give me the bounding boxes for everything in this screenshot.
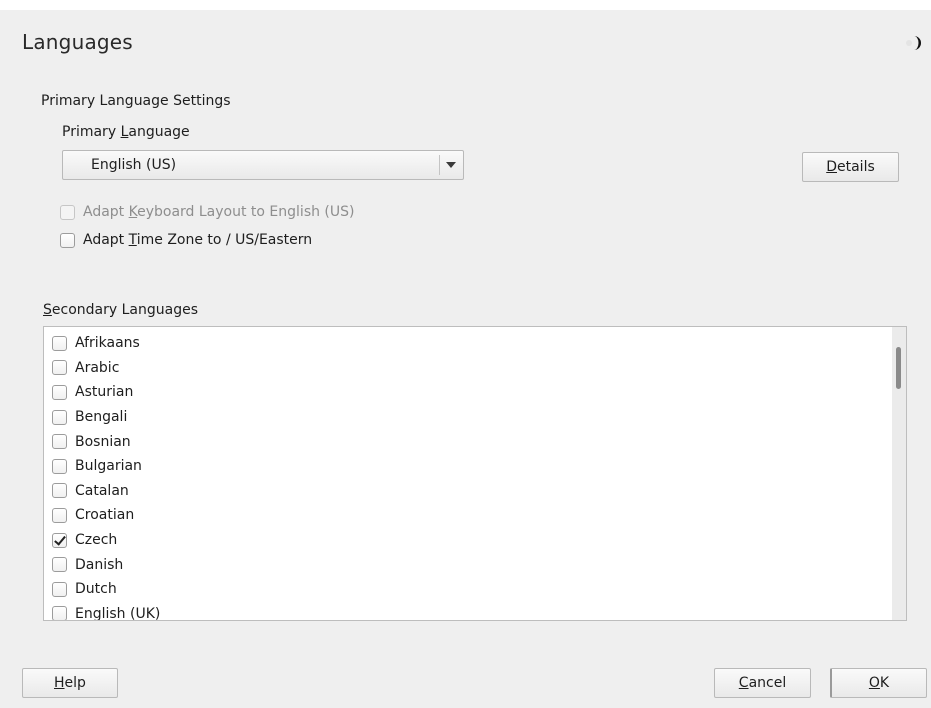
- button-label: ancel: [748, 675, 787, 691]
- language-checkbox[interactable]: [52, 409, 67, 425]
- language-checkbox[interactable]: [52, 384, 67, 400]
- label-text: anguage: [128, 124, 190, 140]
- language-label: Catalan: [75, 482, 129, 499]
- language-checkbox[interactable]: [52, 458, 67, 474]
- button-mnemonic: O: [868, 675, 880, 691]
- language-label: Danish: [75, 556, 124, 573]
- list-scrollbar[interactable]: [892, 327, 906, 620]
- list-item[interactable]: Dutch: [52, 577, 160, 602]
- list-item[interactable]: Bulgarian: [52, 454, 160, 479]
- language-label: English (UK): [75, 605, 161, 621]
- adapt-timezone-checkbox[interactable]: [60, 232, 75, 248]
- list-item[interactable]: Czech: [52, 528, 160, 553]
- window-top-edge: [0, 0, 931, 10]
- language-label: Dutch: [75, 581, 117, 598]
- language-checkbox[interactable]: [52, 483, 67, 499]
- list-item[interactable]: English (UK): [52, 602, 161, 621]
- language-checkbox[interactable]: [52, 581, 67, 597]
- button-label: K: [879, 675, 890, 691]
- adapt-timezone-label: Adapt Time Zone to / US/Eastern: [83, 232, 313, 248]
- cancel-button[interactable]: Cancel: [714, 668, 811, 698]
- list-item[interactable]: Afrikaans: [52, 331, 160, 356]
- list-item[interactable]: Asturian: [52, 380, 160, 405]
- details-button[interactable]: Details: [802, 152, 899, 182]
- language-checkbox[interactable]: [52, 507, 67, 523]
- language-label: Arabic: [75, 359, 120, 376]
- list-item[interactable]: Arabic: [52, 356, 160, 381]
- primary-language-select[interactable]: English (US): [62, 150, 464, 180]
- language-checkbox[interactable]: [52, 606, 67, 620]
- button-mnemonic: H: [54, 675, 65, 691]
- page-title: Languages: [22, 30, 133, 54]
- secondary-languages-label: Secondary Languages: [43, 302, 198, 318]
- adapt-keyboard-option: Adapt Keyboard Layout to English (US): [60, 204, 355, 220]
- button-label: elp: [64, 675, 86, 691]
- ok-button[interactable]: OK: [830, 668, 927, 698]
- list-item[interactable]: Danish: [52, 552, 160, 577]
- language-label: Bengali: [75, 409, 128, 426]
- button-label: etails: [837, 159, 875, 175]
- help-button[interactable]: Help: [22, 668, 118, 698]
- list-item[interactable]: Bosnian: [52, 429, 160, 454]
- language-label: Asturian: [75, 384, 134, 401]
- language-checkbox[interactable]: [52, 335, 67, 351]
- language-label: Bulgarian: [75, 458, 142, 475]
- list-item[interactable]: Catalan: [52, 479, 160, 504]
- primary-settings-heading: Primary Language Settings: [41, 93, 231, 109]
- languages-dialog: Languages Primary Language Settings Prim…: [0, 0, 931, 708]
- language-label: Czech: [75, 532, 118, 549]
- list-item[interactable]: Bengali: [52, 405, 160, 430]
- language-label: Bosnian: [75, 433, 131, 450]
- adapt-keyboard-checkbox[interactable]: [60, 204, 75, 220]
- language-items: Afrikaans Arabic Asturian Bengali Bosnia…: [52, 331, 161, 621]
- primary-language-label: Primary Language: [62, 124, 190, 140]
- language-checkbox[interactable]: [52, 434, 67, 450]
- label-mnemonic: S: [43, 302, 52, 318]
- language-checkbox[interactable]: [52, 557, 67, 573]
- language-checkbox-checked[interactable]: [52, 532, 67, 548]
- selected-language: English (US): [91, 157, 177, 173]
- language-checkbox[interactable]: [52, 360, 67, 376]
- chevron-down-icon[interactable]: [446, 162, 456, 168]
- language-label: Croatian: [75, 507, 135, 524]
- secondary-languages-list[interactable]: Afrikaans Arabic Asturian Bengali Bosnia…: [43, 326, 907, 621]
- language-label: Afrikaans: [75, 335, 140, 352]
- list-item[interactable]: Croatian: [52, 503, 160, 528]
- button-mnemonic: C: [738, 675, 749, 691]
- distro-logo-icon: [906, 36, 921, 50]
- combo-separator: [439, 155, 440, 175]
- label-text: econdary Languages: [51, 302, 198, 318]
- label-text: Primary: [62, 124, 121, 140]
- scrollbar-thumb[interactable]: [896, 347, 901, 389]
- adapt-keyboard-label: Adapt Keyboard Layout to English (US): [83, 204, 355, 220]
- button-mnemonic: D: [826, 159, 837, 175]
- adapt-timezone-option: Adapt Time Zone to / US/Eastern: [60, 232, 312, 248]
